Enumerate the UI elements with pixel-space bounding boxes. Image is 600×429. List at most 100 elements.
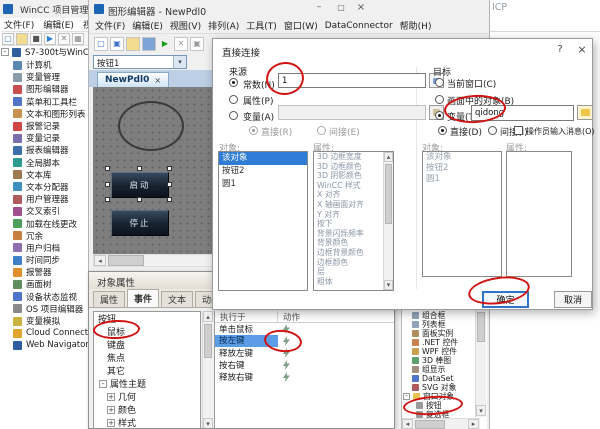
action-bolt-icon[interactable] bbox=[283, 372, 290, 382]
editor-menu-tools[interactable]: 工具(T) bbox=[246, 19, 277, 32]
sidebar-item-cloud-connector[interactable]: Cloud Connector bbox=[0, 327, 90, 339]
scroll-down-icon[interactable]: ▾ bbox=[476, 405, 486, 416]
event-row-press-left[interactable]: 按左键 bbox=[215, 335, 395, 347]
target-indirect-radio[interactable] bbox=[488, 126, 497, 135]
editor-menu-arrange[interactable]: 排列(A) bbox=[208, 19, 239, 32]
action-bolt-icon[interactable] bbox=[283, 360, 290, 370]
scroll-left-icon[interactable]: ◂ bbox=[94, 255, 106, 266]
source-constant-input[interactable] bbox=[278, 73, 426, 88]
sidebar-item-user-archive[interactable]: 用户归档 bbox=[0, 242, 90, 254]
explorer-menu-file[interactable]: 文件(F) bbox=[4, 18, 34, 31]
new-project-icon[interactable]: ▢ bbox=[2, 33, 14, 45]
target-direct-radio[interactable] bbox=[438, 126, 447, 135]
tab-texts[interactable]: 文本 bbox=[161, 291, 193, 307]
selection-handle[interactable] bbox=[167, 166, 172, 171]
sidebar-item-user-administrator[interactable]: 用户管理器 bbox=[0, 193, 90, 205]
sidebar-item-time-synchronization[interactable]: 时间同步 bbox=[0, 254, 90, 266]
list-item[interactable]: 按钮2 bbox=[219, 165, 307, 178]
event-row-release-left[interactable]: 释放左键 bbox=[215, 347, 395, 359]
dialog-close-icon[interactable]: × bbox=[575, 43, 589, 56]
dialog-help-icon[interactable]: ? bbox=[553, 44, 567, 55]
cut-icon[interactable]: ✕ bbox=[174, 37, 188, 51]
tree-collapse-icon[interactable]: - bbox=[99, 380, 107, 388]
selection-handle[interactable] bbox=[167, 182, 172, 187]
sidebar-item-tag-simulation[interactable]: 变量模拟 bbox=[0, 315, 90, 327]
tab-close-icon[interactable]: × bbox=[154, 76, 161, 85]
list-item[interactable]: 背景闪烁频率 bbox=[314, 229, 383, 239]
tree-expand-icon[interactable]: + bbox=[107, 406, 115, 414]
source-objects-list[interactable]: 该对象 按钮2 圆1 bbox=[218, 151, 308, 291]
event-tree-focus[interactable]: 焦点 bbox=[94, 351, 200, 364]
editor-menu-dataconnector[interactable]: DataConnector bbox=[325, 21, 393, 31]
list-item[interactable]: 圆1 bbox=[219, 178, 307, 191]
sidebar-item-text-library[interactable]: 文本库 bbox=[0, 169, 90, 181]
new-picture-icon[interactable]: ▢ bbox=[94, 37, 108, 51]
sidebar-item-tag-management[interactable]: 变量管理 bbox=[0, 71, 90, 83]
scrollbar-thumb[interactable] bbox=[415, 420, 445, 429]
sidebar-item-text-graphic-lists[interactable]: 文本和图形列表 bbox=[0, 108, 90, 120]
list-item[interactable]: 3D 边框宽度 bbox=[314, 152, 383, 162]
sidebar-item-load-online-changes[interactable]: 加载在线更改 bbox=[0, 217, 90, 229]
scrollbar-thumb[interactable] bbox=[477, 312, 485, 342]
selection-handle[interactable] bbox=[105, 166, 110, 171]
sidebar-item-horn[interactable]: 报警器 bbox=[0, 266, 90, 278]
scroll-left-icon[interactable]: ◂ bbox=[402, 419, 413, 429]
tree-collapse-icon[interactable]: - bbox=[1, 48, 9, 56]
list-item[interactable]: X 对齐 bbox=[314, 190, 383, 200]
editor-titlebar[interactable]: 图形编辑器 - NewPdl0 – ▢ × bbox=[89, 0, 489, 18]
scrollbar-thumb[interactable] bbox=[108, 255, 144, 266]
action-bolt-icon[interactable] bbox=[283, 324, 290, 334]
list-item[interactable]: 3D 边框颜色 bbox=[314, 162, 383, 172]
list-item[interactable]: X 轴画面对齐 bbox=[314, 200, 383, 210]
list-item[interactable]: 该对象 bbox=[423, 152, 501, 163]
event-tree-property-topics[interactable]: -属性主题 bbox=[94, 377, 200, 390]
source-variable-input[interactable] bbox=[278, 105, 426, 120]
tab-events[interactable]: 事件 bbox=[127, 289, 159, 307]
target-variable-browse-button[interactable] bbox=[577, 105, 593, 120]
start-button-object[interactable]: 启动 bbox=[111, 172, 169, 198]
ok-button[interactable]: 确定 bbox=[482, 291, 529, 308]
editor-menu-view[interactable]: 视图(V) bbox=[170, 19, 201, 32]
event-tree-geometry[interactable]: +几何 bbox=[94, 390, 200, 403]
sidebar-item-cross-reference[interactable]: 交叉索引 bbox=[0, 205, 90, 217]
sidebar-item-web-navigator[interactable]: Web Navigator bbox=[0, 339, 90, 351]
editor-menu-edit[interactable]: 编辑(E) bbox=[132, 19, 163, 32]
sidebar-item-alarm-logging[interactable]: 报警记录 bbox=[0, 120, 90, 132]
sidebar-item-picture-tree[interactable]: 画面树 bbox=[0, 278, 90, 290]
operator-input-message-checkbox[interactable] bbox=[514, 126, 523, 135]
scrollbar-thumb[interactable] bbox=[204, 324, 212, 358]
selection-handle[interactable] bbox=[137, 197, 142, 202]
scroll-down-icon[interactable]: ▾ bbox=[203, 418, 213, 429]
list-item[interactable]: 边框背景颜色 bbox=[314, 248, 383, 258]
open-picture-icon[interactable] bbox=[126, 37, 140, 51]
target-variable-input[interactable] bbox=[471, 105, 574, 121]
source-indirect-radio[interactable] bbox=[317, 126, 326, 135]
list-item[interactable]: WinCC 样式 bbox=[314, 181, 383, 191]
minimize-button[interactable]: – bbox=[311, 2, 327, 12]
tab-newpdl0[interactable]: NewPdl0 × bbox=[97, 72, 169, 87]
selection-handle[interactable] bbox=[167, 197, 172, 202]
close-button[interactable]: × bbox=[353, 2, 369, 13]
combo-dropdown-icon[interactable]: ▾ bbox=[173, 56, 186, 68]
list-item[interactable]: 该对象 bbox=[219, 152, 307, 165]
source-direct-radio[interactable] bbox=[249, 126, 258, 135]
list-item[interactable]: 按下 bbox=[314, 219, 383, 229]
properties-icon[interactable]: ▦ bbox=[72, 33, 84, 45]
target-objects-list[interactable]: 该对象 按钮2 圆1 bbox=[422, 151, 502, 277]
action-bolt-icon[interactable] bbox=[283, 336, 290, 346]
copy-icon[interactable]: ▣ bbox=[190, 37, 204, 51]
list-item[interactable]: 背景颜色 bbox=[314, 238, 383, 248]
sidebar-item-graphics-designer[interactable]: 图形编辑器 bbox=[0, 83, 90, 95]
tree-expand-icon[interactable]: + bbox=[107, 419, 115, 427]
scroll-down-icon[interactable]: ▾ bbox=[384, 280, 393, 290]
cancel-button[interactable]: 取消 bbox=[554, 291, 592, 308]
maximize-button[interactable]: ▢ bbox=[333, 3, 349, 12]
save-icon[interactable] bbox=[142, 37, 156, 51]
list-item[interactable]: 按钮2 bbox=[423, 163, 501, 174]
editor-menu-window[interactable]: 窗口(W) bbox=[284, 19, 318, 32]
source-constant-radio[interactable] bbox=[229, 78, 238, 87]
tab-properties[interactable]: 属性 bbox=[93, 291, 125, 307]
selection-handle[interactable] bbox=[137, 166, 142, 171]
scroll-right-icon[interactable]: ▸ bbox=[468, 419, 479, 429]
list-item[interactable]: 层 bbox=[314, 267, 383, 277]
